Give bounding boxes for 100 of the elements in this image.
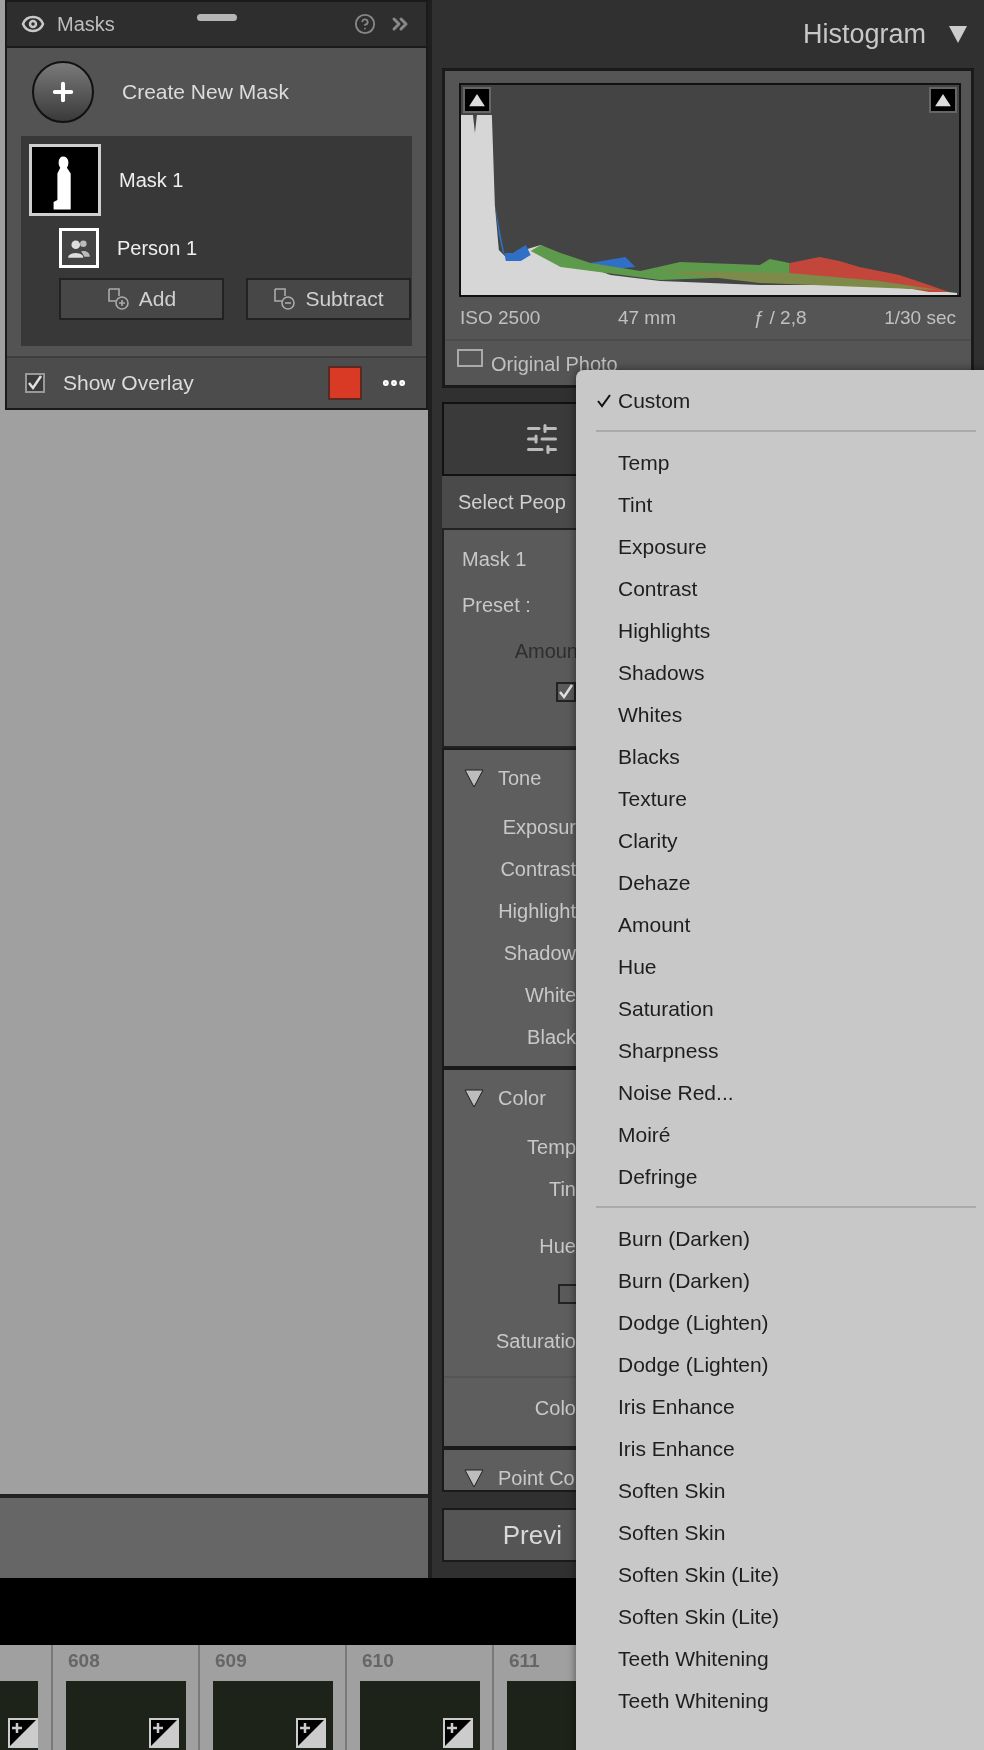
- menu-item[interactable]: Amount: [596, 904, 976, 946]
- film-frame[interactable]: [0, 1645, 53, 1750]
- histogram-title[interactable]: Histogram: [802, 13, 926, 55]
- section-title[interactable]: Tone: [498, 763, 542, 793]
- menu-item[interactable]: Texture: [596, 778, 976, 820]
- menu-item[interactable]: Noise Red...: [596, 1072, 976, 1114]
- menu-item[interactable]: Blacks: [596, 736, 976, 778]
- slider-label: Saturatio: [494, 1329, 577, 1354]
- frame-number: 608: [68, 1649, 100, 1673]
- menu-item[interactable]: Moiré: [596, 1114, 976, 1156]
- overlay-checkbox[interactable]: [25, 373, 45, 393]
- menu-item[interactable]: Soften Skin: [596, 1512, 976, 1554]
- menu-item-label: Burn (Darken): [618, 1226, 750, 1253]
- menu-item[interactable]: Sharpness: [596, 1030, 976, 1072]
- menu-item-label: Exposure: [618, 534, 707, 561]
- menu-item-label: Texture: [618, 786, 687, 813]
- component-name: Person 1: [117, 236, 198, 261]
- menu-item-label: Whites: [618, 702, 683, 729]
- add-button[interactable]: Add: [59, 278, 224, 320]
- menu-item-label: Soften Skin (Lite): [618, 1562, 780, 1589]
- row-checkbox[interactable]: [558, 1284, 578, 1304]
- menu-item[interactable]: Dehaze: [596, 862, 976, 904]
- menu-item[interactable]: Custom: [596, 380, 976, 422]
- menu-item[interactable]: Tint: [596, 484, 976, 526]
- shadow-clipping-toggle[interactable]: [463, 87, 491, 113]
- menu-item-label: Dehaze: [618, 870, 691, 897]
- subtract-button[interactable]: Subtract: [246, 278, 411, 320]
- section-title[interactable]: Color: [498, 1083, 546, 1113]
- menu-item[interactable]: Shadows: [596, 652, 976, 694]
- slider-label: Contrast: [499, 857, 577, 882]
- create-mask-label[interactable]: Create New Mask: [122, 76, 289, 108]
- original-photo-checkbox[interactable]: [457, 349, 483, 367]
- menu-item-label: Amount: [618, 912, 691, 939]
- slider-label: Exposur: [501, 815, 577, 840]
- triangle-icon[interactable]: [464, 1088, 484, 1108]
- invert-checkbox[interactable]: [556, 682, 576, 702]
- menu-item[interactable]: Iris Enhance: [596, 1428, 976, 1470]
- menu-item-label: Soften Skin: [618, 1478, 726, 1505]
- menu-item[interactable]: Contrast: [596, 568, 976, 610]
- menu-item-label: Hue: [618, 954, 657, 981]
- highlight-clipping-toggle[interactable]: [929, 87, 957, 113]
- slider-label: Highlight: [497, 899, 577, 924]
- mask-name: Mask 1: [462, 547, 527, 572]
- menu-item[interactable]: Whites: [596, 694, 976, 736]
- edit-badge-icon: [296, 1718, 326, 1748]
- add-shape-icon: [106, 287, 131, 311]
- triangle-icon[interactable]: [464, 768, 484, 788]
- help-icon[interactable]: [354, 13, 376, 35]
- drag-handle[interactable]: [197, 14, 237, 21]
- mask-type-label[interactable]: Select Peop: [458, 487, 566, 517]
- check-icon: [596, 393, 612, 409]
- menu-item[interactable]: Defringe: [596, 1156, 976, 1198]
- mask-thumbnail: [29, 144, 101, 216]
- menu-item[interactable]: Dodge (Lighten): [596, 1344, 976, 1386]
- exif-info: ISO 2500: [460, 305, 541, 330]
- menu-item-label: Tint: [618, 492, 653, 519]
- menu-item[interactable]: Soften Skin: [596, 1470, 976, 1512]
- frame-number: 610: [362, 1649, 394, 1673]
- menu-item[interactable]: Highlights: [596, 610, 976, 652]
- menu-item-label: Custom: [618, 388, 691, 415]
- menu-item-label: Dodge (Lighten): [618, 1310, 769, 1337]
- show-overlay-label[interactable]: Show Overlay: [63, 367, 194, 399]
- section-title[interactable]: Point Co: [498, 1463, 575, 1490]
- person-icon: [59, 228, 99, 268]
- menu-item[interactable]: Soften Skin (Lite): [596, 1554, 976, 1596]
- menu-item-label: Defringe: [618, 1164, 698, 1191]
- menu-item[interactable]: Burn (Darken): [596, 1260, 976, 1302]
- menu-item[interactable]: Iris Enhance: [596, 1386, 976, 1428]
- mask-name: Mask 1: [119, 168, 184, 193]
- edit-badge-icon: [443, 1718, 473, 1748]
- menu-item-label: Soften Skin (Lite): [618, 1604, 780, 1631]
- overlay-color-swatch[interactable]: [328, 366, 362, 400]
- slider-label: Tin: [547, 1177, 577, 1202]
- exif-info: 47 mm: [617, 305, 676, 330]
- menu-item[interactable]: Temp: [596, 442, 976, 484]
- menu-item[interactable]: Dodge (Lighten): [596, 1302, 976, 1344]
- triangle-icon[interactable]: [464, 1468, 484, 1488]
- menu-item-label: Dodge (Lighten): [618, 1352, 769, 1379]
- menu-item-label: Noise Red...: [618, 1080, 734, 1107]
- triangle-icon: [934, 93, 952, 107]
- panel-title: Masks: [57, 12, 115, 37]
- slider-label: Hue: [538, 1234, 577, 1259]
- slider-label: Shadow: [502, 941, 577, 966]
- slider-label: Temp: [526, 1135, 577, 1160]
- menu-item-label: Sharpness: [618, 1038, 719, 1065]
- frame-number: 609: [215, 1649, 247, 1673]
- subtract-shape-icon: [273, 287, 298, 311]
- sliders-icon[interactable]: [524, 421, 560, 457]
- edit-badge-icon: [149, 1718, 179, 1748]
- menu-item[interactable]: Soften Skin (Lite): [596, 1596, 976, 1638]
- menu-item[interactable]: Clarity: [596, 820, 976, 862]
- menu-item[interactable]: Burn (Darken): [596, 1218, 976, 1260]
- menu-item-label: Blacks: [618, 744, 680, 771]
- menu-item[interactable]: Hue: [596, 946, 976, 988]
- triangle-icon[interactable]: [948, 24, 968, 44]
- menu-item[interactable]: Exposure: [596, 526, 976, 568]
- menu-item-label: Shadows: [618, 660, 705, 687]
- mask-component[interactable]: Person 1: [21, 228, 412, 268]
- menu-item-label: Saturation: [618, 996, 714, 1023]
- menu-item[interactable]: Saturation: [596, 988, 976, 1030]
